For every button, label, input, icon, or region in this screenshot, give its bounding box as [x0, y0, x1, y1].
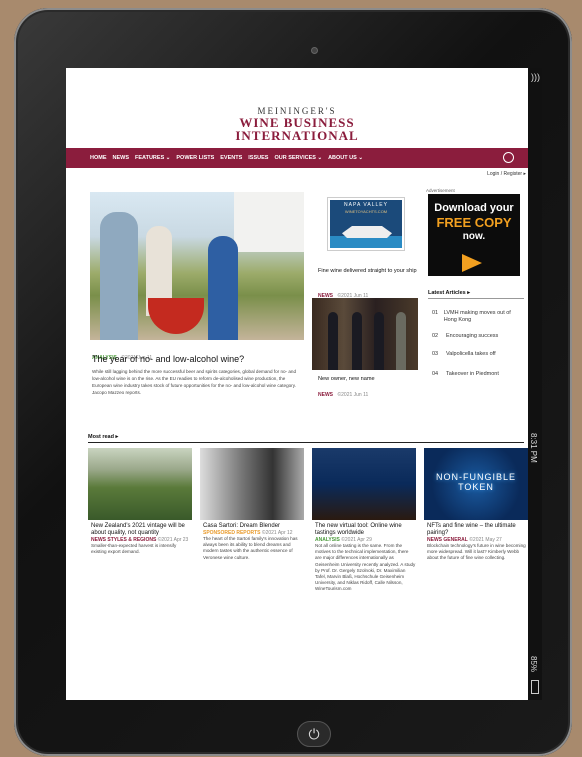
story-date: ©2021 Jun 11 [337, 392, 369, 398]
ad-line2: FREE COPY [436, 215, 512, 230]
search-icon[interactable] [503, 152, 514, 163]
story-image[interactable] [312, 298, 418, 370]
person-shape [352, 312, 362, 370]
latest-number: 04 [432, 371, 439, 377]
article-title[interactable]: The new virtual tool: Online wine tastin… [315, 523, 416, 537]
article-card[interactable]: NON-FUNGIBLE TOKEN NFTs and fine wine – … [424, 448, 528, 562]
article-card[interactable]: Casa Sartori: Dream Blender SPONSORED RE… [200, 448, 304, 561]
article-title[interactable]: New Zealand's 2021 vintage will be about… [91, 523, 192, 537]
latest-number: 03 [432, 351, 439, 357]
article-image[interactable]: NON-FUNGIBLE TOKEN [424, 448, 528, 520]
article-desc: Not all online tasting is the same. From… [315, 543, 416, 592]
hero-description: While still lagging behind the more succ… [92, 369, 297, 395]
person-shape [328, 312, 338, 370]
latest-title[interactable]: Valpolicella takes off [446, 351, 496, 358]
article-desc: Smaller-than-expected harvest is intensi… [91, 543, 177, 555]
story-title[interactable]: Fine wine delivered straight to your shi… [318, 268, 418, 275]
nav-item-news[interactable]: NEWS [113, 155, 130, 161]
article-card[interactable]: The new virtual tool: Online wine tastin… [312, 448, 416, 593]
camera-icon [311, 47, 318, 54]
story-tag[interactable]: NEWS [318, 392, 333, 398]
person-shape [396, 312, 406, 370]
house-shape [234, 192, 304, 252]
nav-item-home[interactable]: HOME [90, 155, 107, 161]
status-time: 8:31 PM [529, 433, 538, 463]
latest-title[interactable]: Takeover in Piedmont [446, 371, 499, 378]
latest-item[interactable]: 04 Takeover in Piedmont [432, 371, 524, 378]
nav-item-our-services[interactable]: OUR SERVICES ⌄ [274, 155, 322, 161]
ad-line3: now. [462, 231, 486, 242]
nav-item-events[interactable]: EVENTS [220, 155, 242, 161]
status-bar: ))) 8:31 PM 85% [528, 68, 542, 700]
person-shape [100, 212, 138, 340]
nav-item-about-us[interactable]: ABOUT US ⌄ [328, 155, 363, 161]
most-read-heading[interactable]: Most read ▸ [88, 434, 118, 440]
battery-percent: 85% [529, 655, 538, 672]
ad-line1: Download your [434, 202, 514, 214]
nav-item-power-lists[interactable]: POWER LISTS [176, 155, 214, 161]
person-shape [208, 236, 238, 340]
hero-image[interactable] [90, 192, 304, 340]
yacht-ad-title: NAPA VALLEY [344, 202, 388, 208]
divider [88, 442, 524, 443]
nav-item-features[interactable]: FEATURES ⌄ [135, 155, 170, 161]
story-meta: NEWS ©2021 Jun 11 [318, 383, 368, 401]
site-logo[interactable]: MEININGER'S WINE BUSINESS INTERNATIONAL [66, 68, 528, 148]
download-ad-banner[interactable]: Download your FREE COPY now. [428, 194, 520, 276]
yacht-shape [342, 226, 392, 238]
latest-item[interactable]: 02 Encouraging success [432, 333, 524, 340]
grill-shape [148, 298, 204, 334]
article-title[interactable]: Casa Sartori: Dream Blender [203, 523, 304, 530]
divider [428, 298, 524, 299]
hero-title[interactable]: The year of no- and low-alcohol wine? [92, 354, 244, 364]
home-button[interactable]: ⏻ [297, 721, 331, 747]
yacht-ad-site: WINETOYACHTS.COM [344, 209, 388, 214]
person-shape [374, 312, 384, 370]
latest-item[interactable]: 03 Valpolicella takes off [432, 351, 524, 358]
article-title[interactable]: NFTs and fine wine – the ultimate pairin… [427, 523, 528, 537]
article-desc: The heart of the Sartori family's innova… [203, 536, 298, 560]
latest-number: 02 [432, 333, 439, 339]
browser-screen: MEININGER'S WINE BUSINESS INTERNATIONAL … [66, 68, 528, 700]
latest-title[interactable]: Encouraging success [446, 333, 498, 340]
latest-articles-heading[interactable]: Latest Articles ▸ [428, 290, 470, 296]
yacht-ad-banner[interactable]: NAPA VALLEY WINETOYACHTS.COM [327, 197, 405, 251]
article-image[interactable] [312, 448, 416, 520]
wifi-icon: ))) [531, 72, 540, 82]
play-arrow-icon [462, 254, 482, 272]
latest-number: 01 [432, 310, 439, 316]
article-card[interactable]: New Zealand's 2021 vintage will be about… [88, 448, 192, 555]
nft-image-text: NON-FUNGIBLE TOKEN [435, 472, 516, 492]
latest-title[interactable]: LVMH making moves out of Hong Kong [444, 310, 524, 324]
nav-item-issues[interactable]: ISSUES [248, 155, 268, 161]
article-image[interactable] [200, 448, 304, 520]
main-nav: HOME NEWS FEATURES ⌄ POWER LISTS EVENTS … [66, 148, 528, 168]
login-register-link[interactable]: Login / Register ▸ [487, 171, 526, 177]
latest-item[interactable]: 01 LVMH making moves out of Hong Kong [432, 310, 524, 324]
article-desc: Blockchain technology's future in wine b… [427, 543, 526, 561]
battery-icon [531, 680, 539, 694]
ad-label: Advertisement [426, 188, 455, 193]
article-image[interactable] [88, 448, 192, 520]
logo-bot: INTERNATIONAL [235, 128, 359, 143]
story-title[interactable]: New owner, new name [318, 376, 418, 383]
